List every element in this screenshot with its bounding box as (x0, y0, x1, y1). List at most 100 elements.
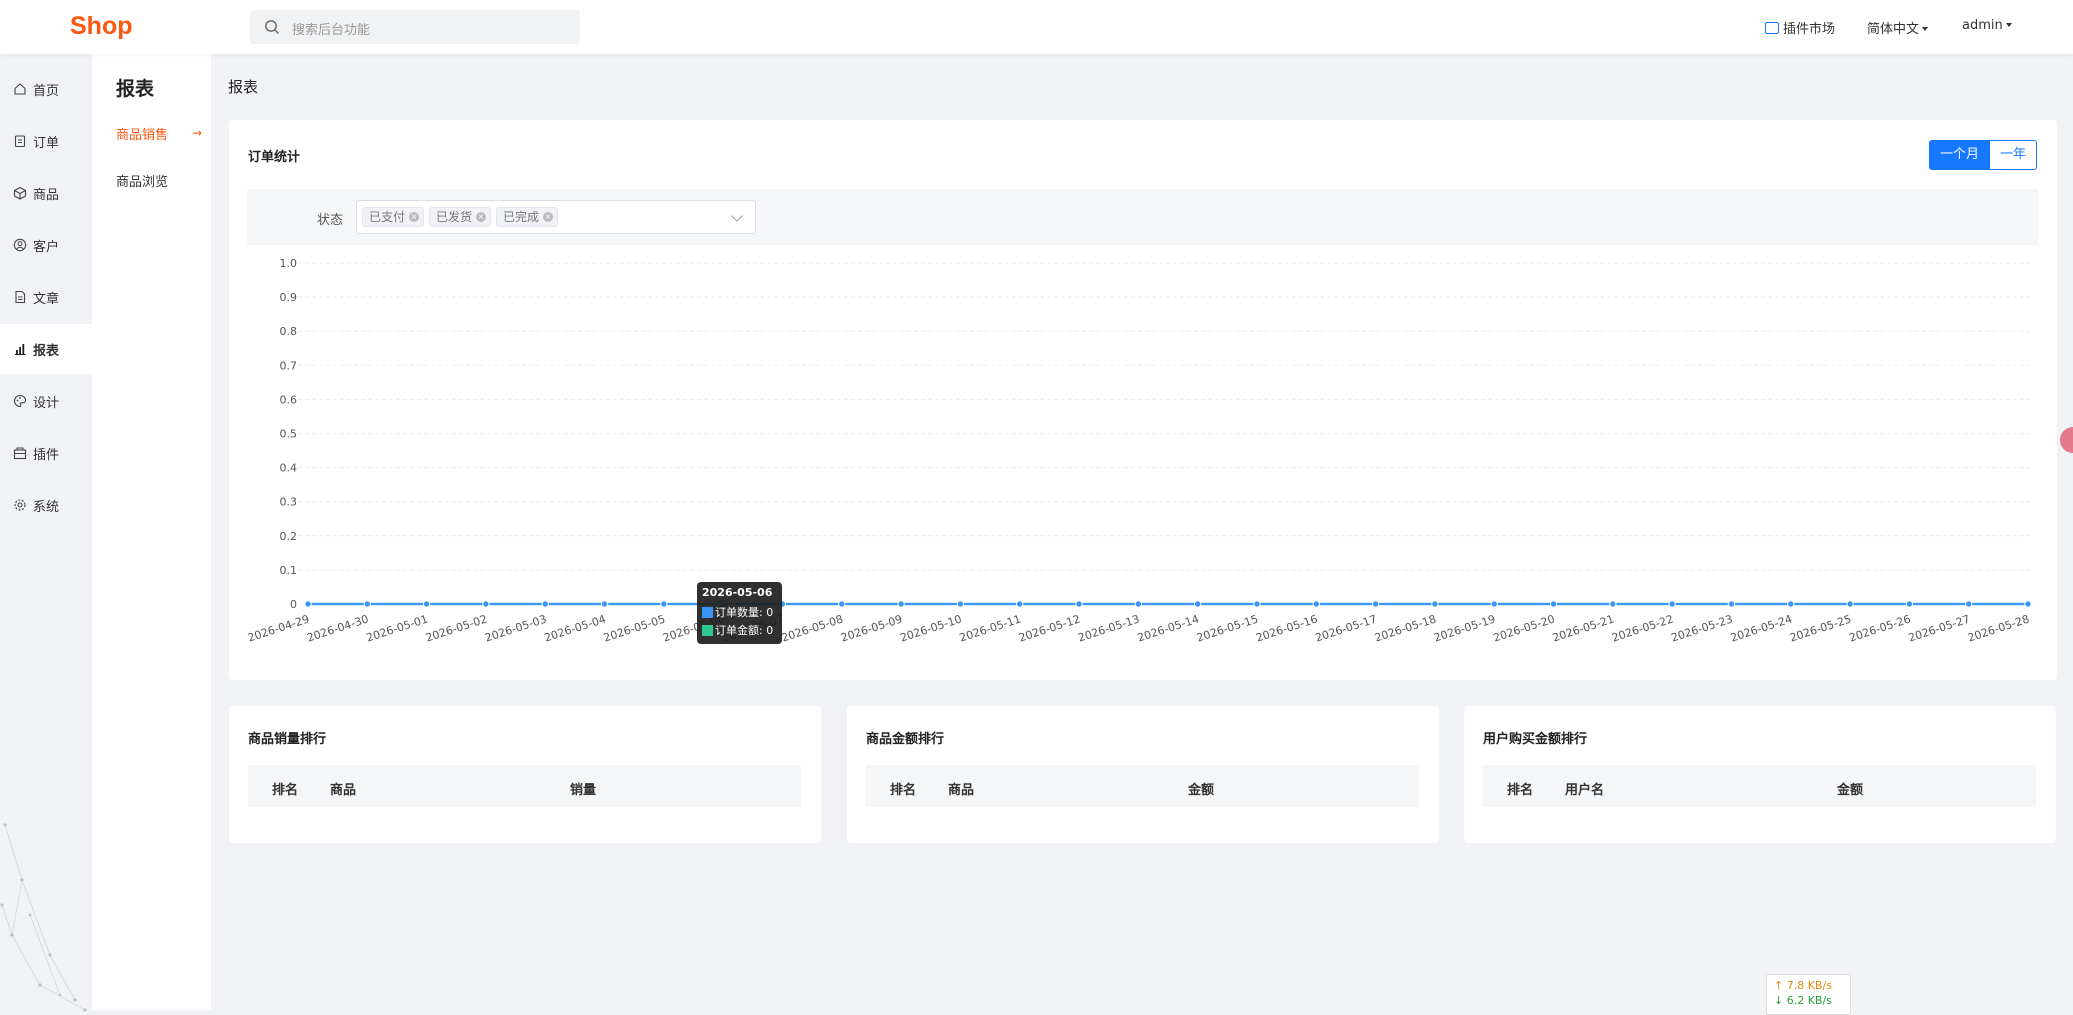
tooltip-row-label: 订单金额: 0 (715, 624, 774, 637)
x-tick-label: 2026-05-09 (839, 612, 904, 644)
close-icon[interactable]: × (543, 212, 554, 222)
status-filter-label: 状态 (317, 213, 344, 228)
x-tick-label: 2026-05-01 (365, 612, 430, 644)
user-label: admin (1962, 18, 2003, 33)
data-point (1668, 600, 1676, 608)
range-month-button[interactable]: 一个月 (1928, 140, 1990, 170)
x-tick-label: 2026-05-13 (1076, 612, 1141, 644)
sidebar-item-products[interactable]: 商品 (0, 168, 92, 218)
plugin-icon (13, 447, 27, 460)
arrow-right-icon: → (192, 126, 203, 140)
sidebar-item-label: 报表 (33, 344, 60, 359)
data-point (363, 600, 372, 608)
data-point (1490, 600, 1498, 608)
sidebar-item-articles[interactable]: 文章 (0, 272, 92, 322)
network-decoration (0, 823, 87, 1012)
data-point (2024, 600, 2032, 608)
y-tick-label: 0.7 (280, 359, 298, 372)
y-tick-label: 0.6 (280, 393, 298, 406)
x-tick-label: 2026-05-10 (899, 612, 964, 644)
column-header: 用户名 (1565, 783, 1605, 798)
floating-action-button[interactable] (2060, 427, 2073, 453)
status-tag-shipped: 已发货 × (429, 207, 492, 227)
data-point (1549, 600, 1558, 608)
data-point (541, 600, 549, 608)
palette-icon (14, 394, 27, 408)
subnav-item-product-views[interactable]: 商品浏览 (116, 171, 168, 190)
tag-label: 已支付 (369, 210, 406, 224)
close-icon[interactable]: × (476, 212, 487, 222)
data-point (956, 600, 965, 608)
search-placeholder: 搜索后台功能 (292, 23, 371, 38)
series-swatch (702, 625, 713, 636)
data-point (1253, 600, 1261, 608)
caret-down-icon (2005, 23, 2012, 27)
x-tick-label: 2026-05-28 (1966, 612, 2031, 644)
x-tick-label: 2026-05-26 (1847, 612, 1912, 644)
range-toggle: 一个月 一年 (1928, 140, 2037, 170)
sidebar-item-orders[interactable]: 订单 (0, 116, 92, 166)
plugin-market-link[interactable]: 插件市场 (1765, 18, 1835, 37)
x-tick-label: 2026-05-27 (1907, 612, 1972, 644)
top-header: Shop 搜索后台功能 插件市场 简体中文 admin (0, 0, 2073, 54)
close-icon[interactable]: × (409, 212, 420, 222)
bar-chart-icon (15, 344, 26, 356)
x-tick-label: 2026-05-21 (1551, 612, 1616, 644)
sidebar-item-home[interactable]: 首页 (0, 64, 92, 114)
data-point (660, 600, 668, 608)
x-tick-label: 2026-05-25 (1788, 612, 1853, 644)
tooltip-row-label: 订单数量: 0 (715, 606, 774, 619)
sidebar-item-label: 首页 (33, 84, 60, 99)
x-tick-label: 2026-05-22 (1610, 612, 1675, 644)
chart-tooltip: 2026-05-06 订单数量: 0 订单金额: 0 (697, 582, 782, 644)
data-point (1787, 600, 1795, 608)
sidebar-item-plugins[interactable]: 插件 (0, 428, 92, 478)
x-tick-label: 2026-05-20 (1492, 612, 1557, 644)
column-header: 排名 (890, 783, 917, 798)
sidebar-item-reports[interactable]: 报表 (0, 324, 92, 374)
x-tick-label: 2026-04-30 (305, 612, 370, 644)
data-point (838, 600, 846, 608)
sidebar-item-system[interactable]: 系统 (0, 480, 92, 530)
y-tick-label: 1.0 (280, 257, 298, 270)
upload-speed: ↑ 7.8 KB/s (1774, 979, 1832, 992)
user-dropdown[interactable]: admin (1962, 18, 2012, 33)
download-speed: ↓ 6.2 KB/s (1774, 994, 1832, 1007)
x-tick-label: 2026-05-12 (1017, 612, 1082, 644)
ranking-table-header: 排名 商品 销量 (248, 765, 801, 807)
box-icon (13, 186, 27, 200)
x-tick-label: 2026-05-19 (1432, 612, 1497, 644)
search-icon (265, 20, 279, 34)
column-header: 金额 (1837, 783, 1864, 798)
data-point (1193, 600, 1202, 608)
product-amount-ranking-card: 商品金额排行 排名 商品 金额 (847, 706, 1439, 843)
data-point (1846, 600, 1854, 608)
shop-logo[interactable]: Shop (70, 12, 133, 41)
tag-label: 已完成 (503, 210, 540, 224)
caret-down-icon (1922, 27, 1929, 31)
sidebar-item-design[interactable]: 设计 (0, 376, 92, 426)
column-header: 商品 (948, 783, 975, 798)
plugin-icon (1765, 22, 1779, 34)
status-tag-completed: 已完成 × (496, 207, 559, 227)
order-stats-title: 订单统计 (248, 150, 301, 165)
report-subnav: 报表 商品销售 商品浏览 (92, 54, 211, 1010)
tooltip-row-count: 订单数量: 0 (702, 604, 777, 620)
subnav-item-product-sales[interactable]: 商品销售 (116, 124, 168, 143)
data-point (600, 600, 609, 608)
column-header: 销量 (570, 783, 597, 798)
sidebar-item-customers[interactable]: 客户 (0, 220, 92, 270)
sidebar-item-label: 文章 (33, 292, 60, 307)
tooltip-row-amount: 订单金额: 0 (702, 622, 777, 638)
status-filter-bar: 状态 已支付 × 已发货 × 已完成 × (247, 189, 2038, 245)
data-point (897, 600, 905, 608)
language-dropdown[interactable]: 简体中文 (1867, 18, 1929, 37)
x-tick-label: 2026-05-17 (1314, 612, 1379, 644)
search-input[interactable]: 搜索后台功能 (250, 10, 580, 44)
y-tick-label: 0.4 (280, 462, 298, 475)
status-multiselect[interactable]: 已支付 × 已发货 × 已完成 × (356, 200, 756, 234)
data-point (1134, 600, 1143, 608)
range-year-button[interactable]: 一年 (1989, 140, 2037, 170)
ranking-title: 商品销量排行 (248, 732, 327, 747)
sidebar: 首页 订单 商品 客户 文章 报表 设计 插件 系统 (0, 54, 92, 1015)
